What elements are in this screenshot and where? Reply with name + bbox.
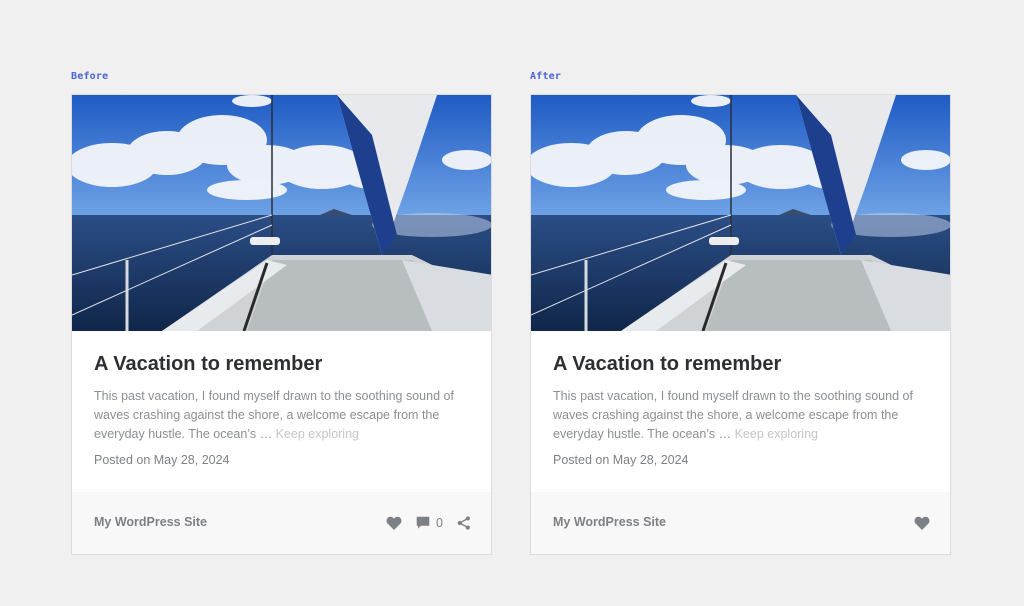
card-footer: My WordPress Site bbox=[531, 492, 950, 554]
excerpt-text: This past vacation, I found myself drawn… bbox=[94, 389, 454, 441]
sailboat-photo bbox=[72, 95, 491, 331]
post-date: Posted on May 28, 2024 bbox=[94, 453, 230, 467]
site-name[interactable]: My WordPress Site bbox=[553, 515, 666, 529]
card-actions bbox=[900, 514, 930, 532]
site-name[interactable]: My WordPress Site bbox=[94, 515, 207, 529]
panel-label: After bbox=[530, 71, 562, 82]
card-actions: 0 bbox=[372, 514, 471, 532]
post-excerpt: This past vacation, I found myself drawn… bbox=[553, 387, 933, 444]
post-excerpt: This past vacation, I found myself drawn… bbox=[94, 387, 474, 444]
featured-image[interactable] bbox=[531, 95, 950, 331]
read-more-link[interactable]: Keep exploring bbox=[276, 427, 359, 441]
comment-count: 0 bbox=[436, 516, 443, 530]
post-title[interactable]: A Vacation to remember bbox=[94, 353, 322, 376]
like-button[interactable] bbox=[914, 516, 930, 530]
heart-icon bbox=[914, 516, 930, 530]
sailboat-photo bbox=[531, 95, 950, 331]
post-date: Posted on May 28, 2024 bbox=[553, 453, 689, 467]
post-title[interactable]: A Vacation to remember bbox=[553, 353, 781, 376]
card-footer: My WordPress Site 0 bbox=[72, 492, 491, 554]
share-icon bbox=[457, 516, 470, 530]
share-button[interactable] bbox=[457, 516, 471, 530]
like-button[interactable] bbox=[386, 516, 402, 530]
read-more-link[interactable]: Keep exploring bbox=[735, 427, 818, 441]
featured-image[interactable] bbox=[72, 95, 491, 331]
post-card: A Vacation to remember This past vacatio… bbox=[530, 94, 951, 555]
post-card: A Vacation to remember This past vacatio… bbox=[71, 94, 492, 555]
heart-icon bbox=[386, 516, 402, 530]
panel-label: Before bbox=[71, 71, 109, 82]
comments-button[interactable]: 0 bbox=[416, 516, 443, 530]
excerpt-text: This past vacation, I found myself drawn… bbox=[553, 389, 913, 441]
comment-icon bbox=[416, 516, 430, 529]
